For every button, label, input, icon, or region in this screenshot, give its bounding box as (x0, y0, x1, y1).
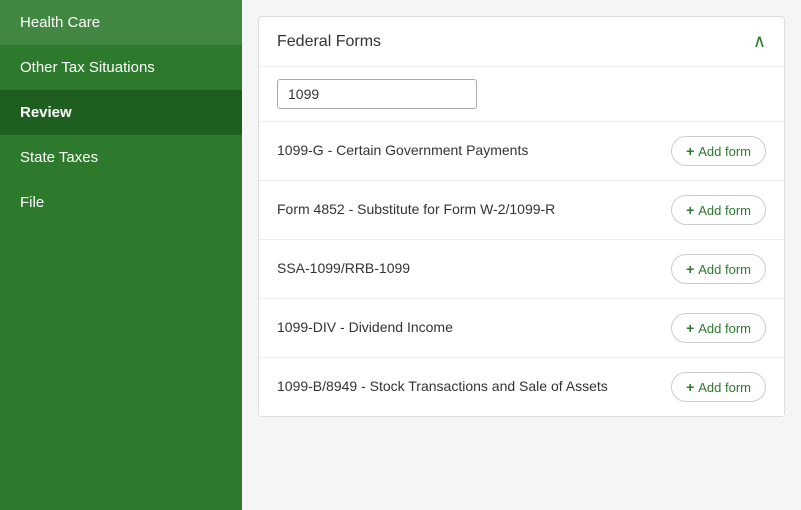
sidebar: Health Care Other Tax Situations Review … (0, 0, 242, 510)
form-name: 1099-B/8949 - Stock Transactions and Sal… (277, 377, 671, 397)
sidebar-item-review[interactable]: Review (0, 90, 242, 135)
form-row: SSA-1099/RRB-1099 + Add form (259, 240, 784, 299)
search-input[interactable] (277, 79, 477, 109)
collapse-icon[interactable]: ∧ (753, 31, 766, 52)
section-header: Federal Forms ∧ (259, 17, 784, 67)
add-form-label: Add form (698, 144, 751, 159)
add-form-button-1[interactable]: + Add form (671, 195, 766, 225)
search-container (259, 67, 784, 122)
add-form-label: Add form (698, 203, 751, 218)
add-form-label: Add form (698, 262, 751, 277)
sidebar-item-other-tax[interactable]: Other Tax Situations (0, 45, 242, 90)
add-form-label: Add form (698, 380, 751, 395)
form-name: Form 4852 - Substitute for Form W-2/1099… (277, 200, 671, 220)
add-form-button-3[interactable]: + Add form (671, 313, 766, 343)
main-content: Federal Forms ∧ 1099-G - Certain Governm… (242, 0, 801, 510)
plus-icon: + (686, 202, 694, 218)
form-row: Form 4852 - Substitute for Form W-2/1099… (259, 181, 784, 240)
form-name: SSA-1099/RRB-1099 (277, 259, 671, 279)
sidebar-item-file[interactable]: File (0, 180, 242, 225)
sidebar-item-state-taxes[interactable]: State Taxes (0, 135, 242, 180)
add-form-button-0[interactable]: + Add form (671, 136, 766, 166)
form-name: 1099-DIV - Dividend Income (277, 318, 671, 338)
plus-icon: + (686, 143, 694, 159)
form-row: 1099-G - Certain Government Payments + A… (259, 122, 784, 181)
section-title: Federal Forms (277, 33, 381, 51)
federal-forms-section: Federal Forms ∧ 1099-G - Certain Governm… (258, 16, 785, 417)
plus-icon: + (686, 320, 694, 336)
form-row: 1099-DIV - Dividend Income + Add form (259, 299, 784, 358)
plus-icon: + (686, 379, 694, 395)
sidebar-item-health-care[interactable]: Health Care (0, 0, 242, 45)
add-form-label: Add form (698, 321, 751, 336)
plus-icon: + (686, 261, 694, 277)
add-form-button-2[interactable]: + Add form (671, 254, 766, 284)
form-row: 1099-B/8949 - Stock Transactions and Sal… (259, 358, 784, 416)
form-name: 1099-G - Certain Government Payments (277, 141, 671, 161)
add-form-button-4[interactable]: + Add form (671, 372, 766, 402)
